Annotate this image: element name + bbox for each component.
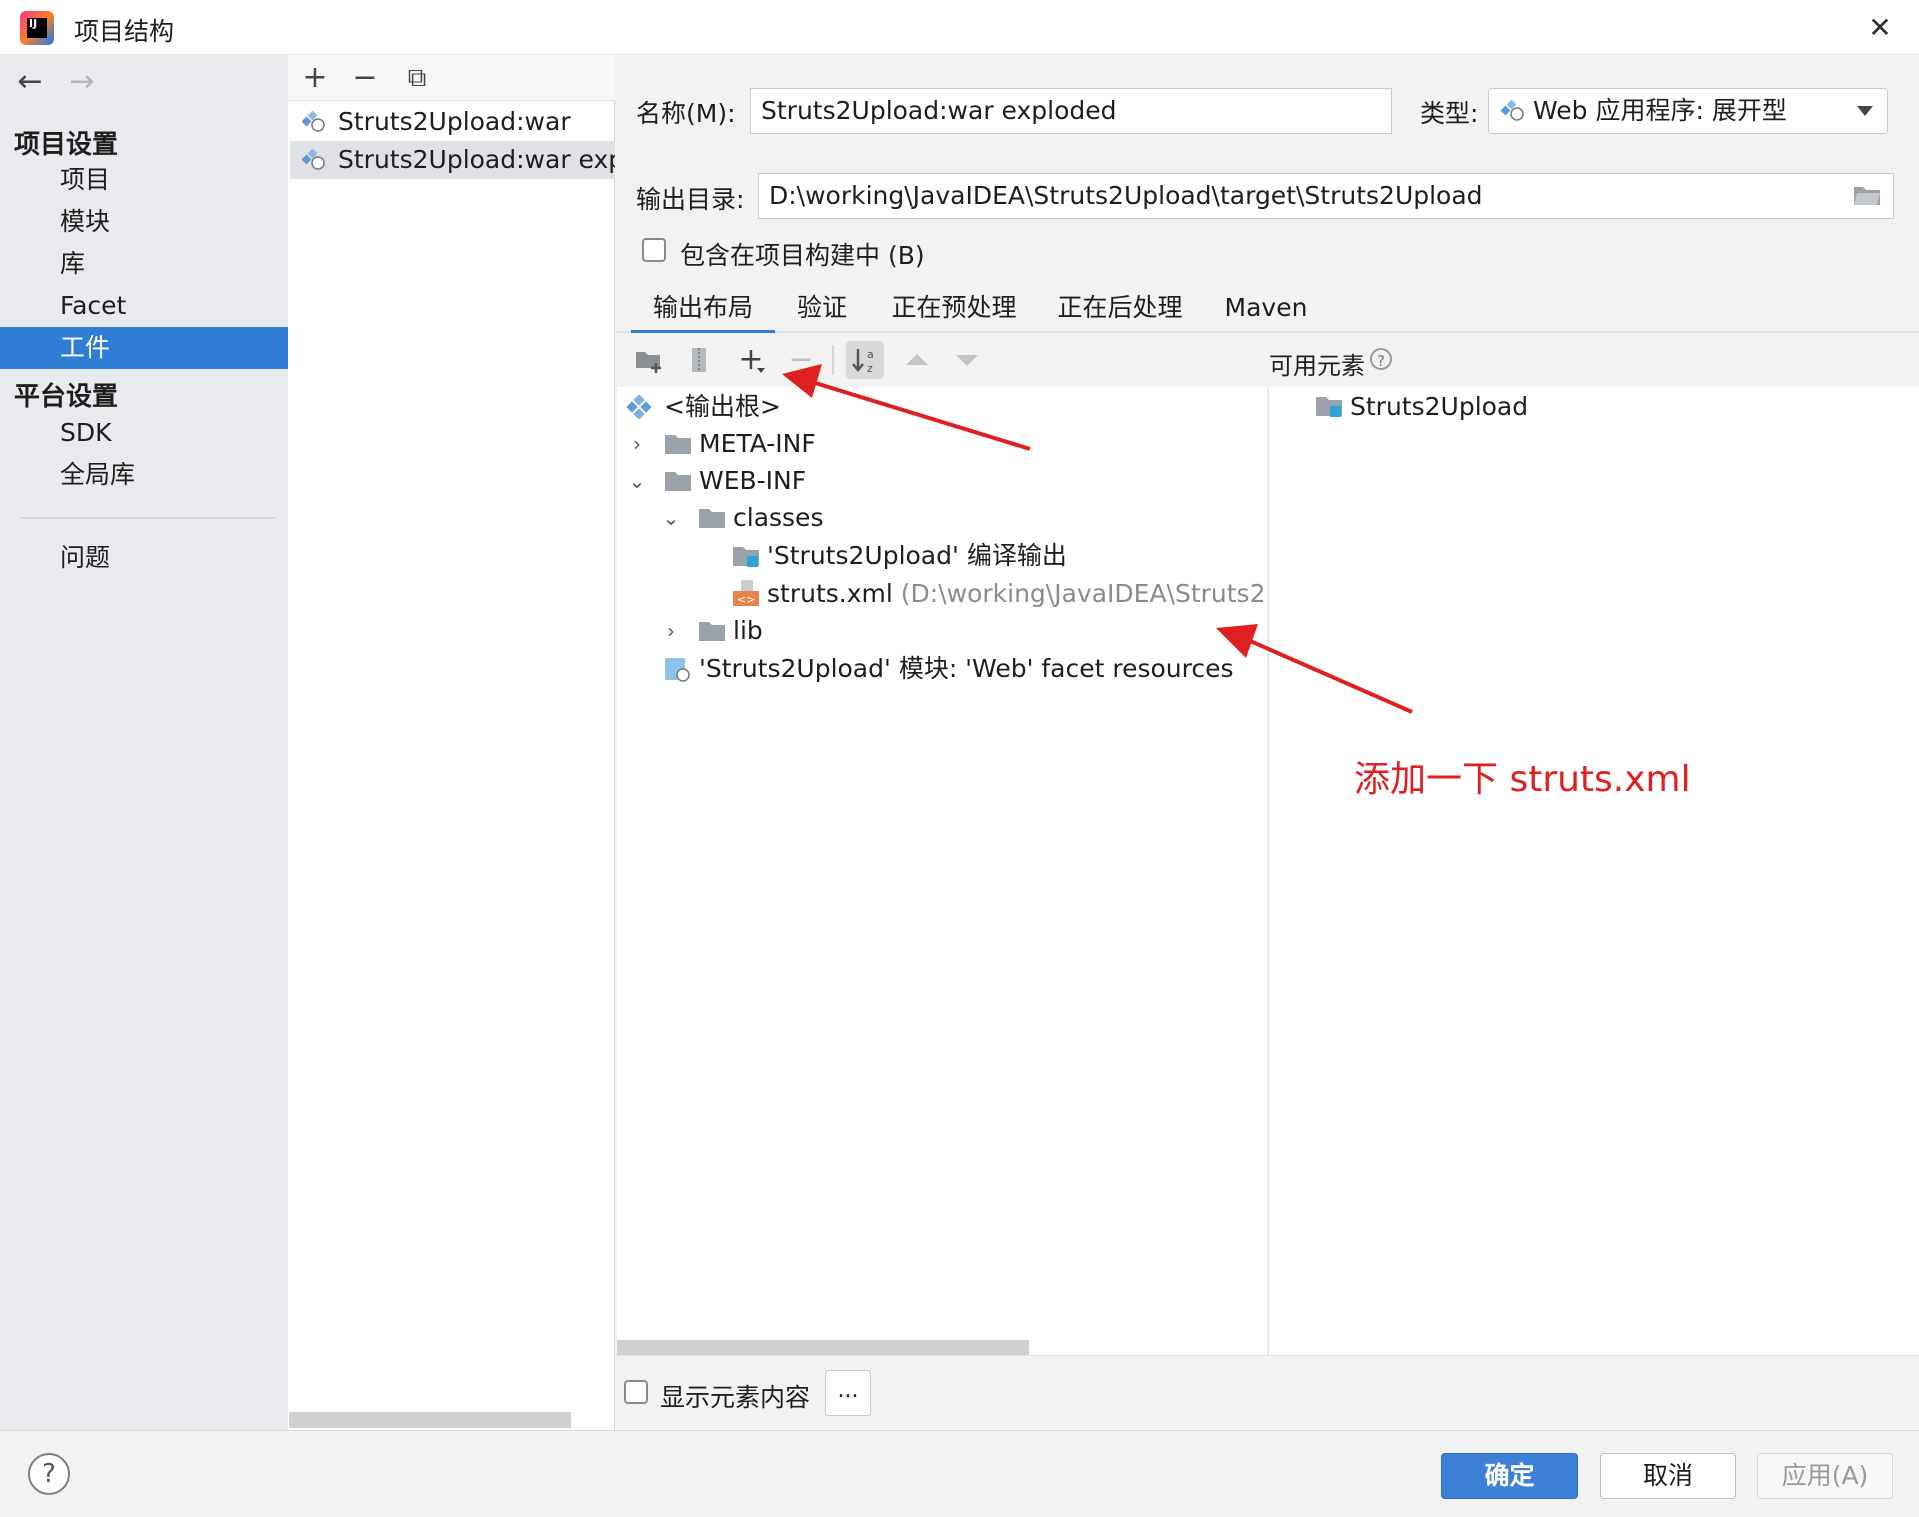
annotation-arrow-to-add — [782, 364, 1031, 451]
annotation-arrow-to-struts-xml — [1216, 624, 1413, 714]
annotation-label: 添加一下 struts.xml — [1354, 759, 1691, 800]
